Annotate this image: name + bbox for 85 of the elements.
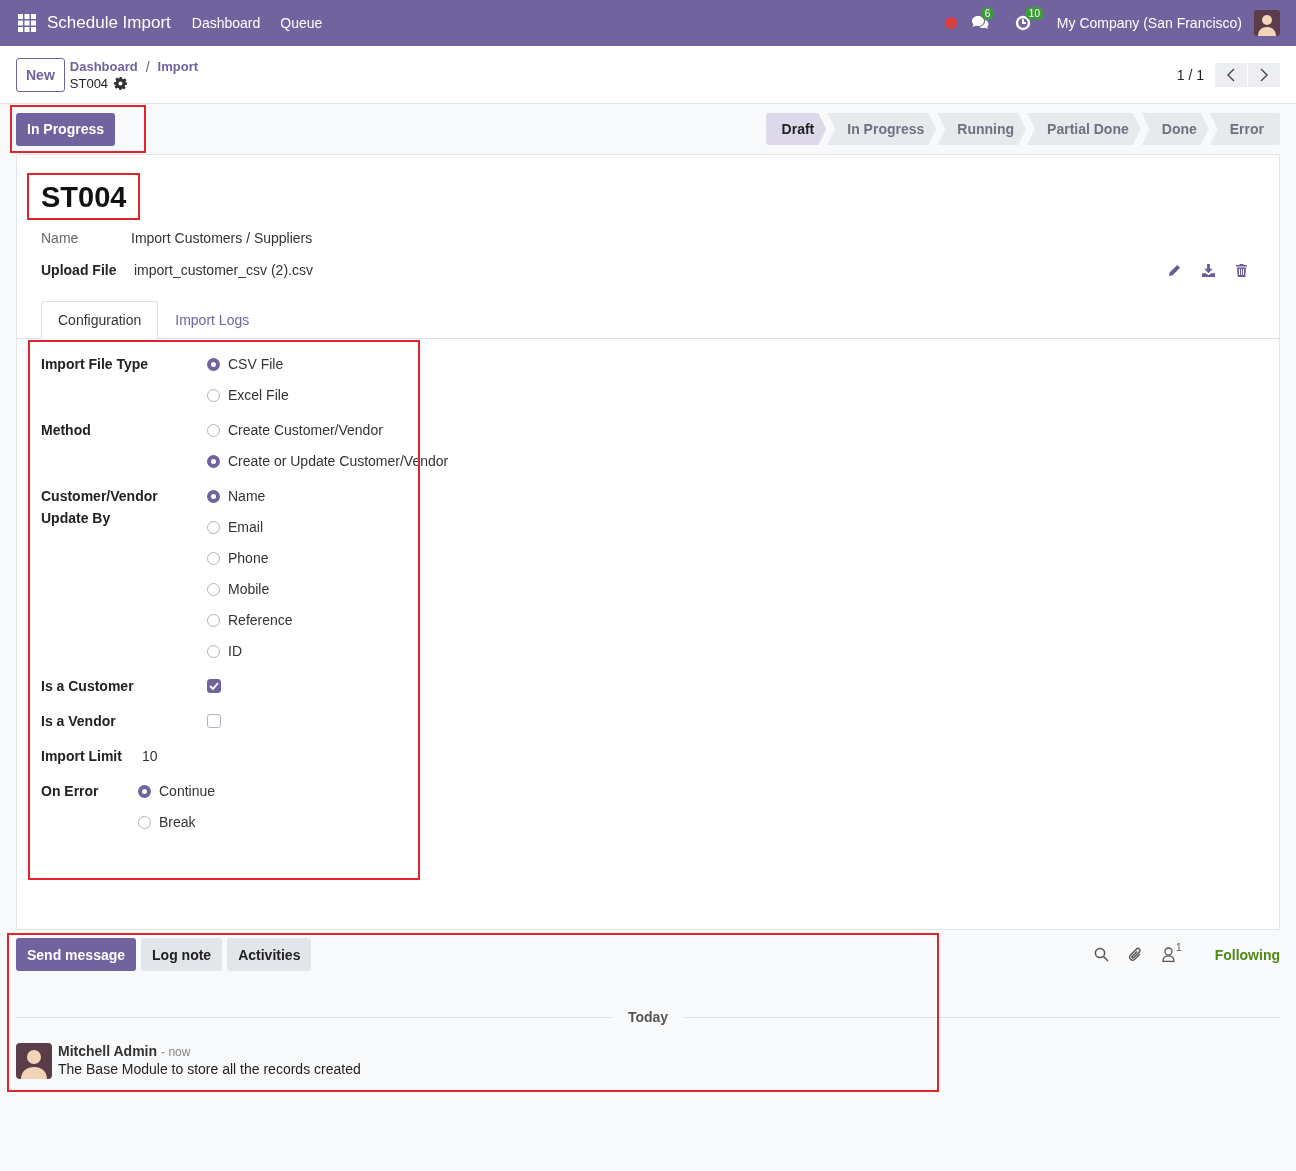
stage-step[interactable]: Draft xyxy=(765,113,827,145)
field-label: Customer/Vendor Update By xyxy=(41,487,159,528)
breadcrumb-separator: / xyxy=(145,58,150,75)
radio-button[interactable] xyxy=(207,613,220,627)
person-icon[interactable] xyxy=(1162,947,1176,962)
pencil-icon[interactable] xyxy=(1168,263,1181,277)
chatter-button[interactable]: Activities xyxy=(227,938,312,971)
chevron-right-icon xyxy=(1260,67,1268,82)
stage-step[interactable]: Running xyxy=(937,113,1027,145)
field-label: Import File Type xyxy=(41,355,150,374)
radio-button[interactable] xyxy=(207,357,220,371)
radio-button[interactable] xyxy=(207,489,220,503)
option-label[interactable]: ID xyxy=(228,643,242,659)
field-label: Import Limit xyxy=(41,747,123,766)
activity-count-badge: 10 xyxy=(1024,7,1044,20)
option-label[interactable]: Create Customer/Vendor xyxy=(228,422,383,438)
field-label: Name xyxy=(41,230,80,246)
notebook-tab[interactable]: Import Logs xyxy=(158,301,267,339)
option-label[interactable]: Break xyxy=(159,814,196,830)
breadcrumb-link[interactable]: Dashboard xyxy=(69,59,138,74)
field-label: Method xyxy=(41,421,92,440)
field-label: Is a Customer xyxy=(41,677,135,696)
radio-button[interactable] xyxy=(138,784,151,798)
radio-button[interactable] xyxy=(138,815,151,829)
checkbox[interactable] xyxy=(207,679,221,693)
chatter-button[interactable]: Send message xyxy=(16,938,137,971)
previous-button[interactable] xyxy=(1215,62,1247,87)
checkbox[interactable] xyxy=(207,714,221,728)
breadcrumb-link[interactable]: Import xyxy=(157,59,199,74)
radio-button[interactable] xyxy=(207,644,220,658)
message-text: The Base Module to store all the records created xyxy=(58,1061,361,1077)
avatar xyxy=(16,1043,52,1079)
trash-icon[interactable] xyxy=(1236,263,1247,277)
field-value: Import Customers / Suppliers xyxy=(131,230,313,246)
chatter-button[interactable]: Log note xyxy=(141,938,223,971)
search-icon[interactable] xyxy=(1094,947,1110,962)
radio-button[interactable] xyxy=(207,454,220,468)
settings-icon[interactable] xyxy=(114,76,128,90)
field-label: Upload File xyxy=(41,262,118,278)
field-value: import_customer_csv (2).csv xyxy=(134,262,313,278)
in-progress-button[interactable]: In Progress xyxy=(16,112,116,146)
radio-button[interactable] xyxy=(207,582,220,596)
option-label[interactable]: Reference xyxy=(228,612,293,628)
message-author: Mitchell Admin xyxy=(58,1043,158,1059)
app-grid-icon[interactable] xyxy=(18,14,36,32)
date-separator: Today xyxy=(627,1009,669,1025)
new-button[interactable]: New xyxy=(16,57,65,92)
field-label: On Error xyxy=(41,782,100,801)
field-label: Is a Vendor xyxy=(41,712,117,731)
next-button[interactable] xyxy=(1248,62,1280,87)
following-button[interactable]: Following xyxy=(1214,946,1280,963)
option-label[interactable]: Phone xyxy=(228,550,269,566)
paperclip-icon[interactable] xyxy=(1128,946,1144,963)
option-label[interactable]: Excel File xyxy=(228,387,289,403)
record-name: ST004 xyxy=(69,75,109,91)
stage-step[interactable]: Partial Done xyxy=(1027,113,1141,145)
record-title: ST004 xyxy=(41,180,127,215)
follower-count: 1 xyxy=(1176,942,1182,953)
option-label[interactable]: Mobile xyxy=(228,581,270,597)
option-label[interactable]: Email xyxy=(228,519,263,535)
notebook-tab[interactable]: Configuration xyxy=(41,301,159,339)
download-icon[interactable] xyxy=(1202,263,1215,277)
radio-button[interactable] xyxy=(207,388,220,402)
chat-icon[interactable] xyxy=(970,15,989,31)
chevron-left-icon xyxy=(1227,67,1235,82)
field-value: 10 xyxy=(141,747,158,766)
recording-dot-icon[interactable] xyxy=(944,17,957,29)
option-label[interactable]: Name xyxy=(228,488,266,504)
option-label[interactable]: Continue xyxy=(159,783,216,799)
option-label[interactable]: CSV File xyxy=(228,356,284,372)
menu-item[interactable]: Queue xyxy=(280,15,323,31)
stage-step[interactable]: In Progress xyxy=(827,113,937,145)
company-switcher[interactable]: My Company (San Francisco) xyxy=(1056,15,1242,31)
stage-step[interactable]: Error xyxy=(1209,113,1280,145)
pager-value: 1 / 1 xyxy=(1176,66,1204,83)
menu-item[interactable]: Dashboard xyxy=(191,15,261,31)
message-count-badge: 6 xyxy=(980,7,995,20)
radio-button[interactable] xyxy=(207,551,220,565)
radio-button[interactable] xyxy=(207,520,220,534)
clock-icon[interactable] xyxy=(1014,15,1031,31)
app-title[interactable]: Schedule Import xyxy=(47,13,171,33)
message-time: - now xyxy=(161,1045,191,1059)
stage-step[interactable]: Done xyxy=(1141,113,1209,145)
user-avatar[interactable] xyxy=(1254,10,1280,36)
radio-button[interactable] xyxy=(207,423,220,437)
